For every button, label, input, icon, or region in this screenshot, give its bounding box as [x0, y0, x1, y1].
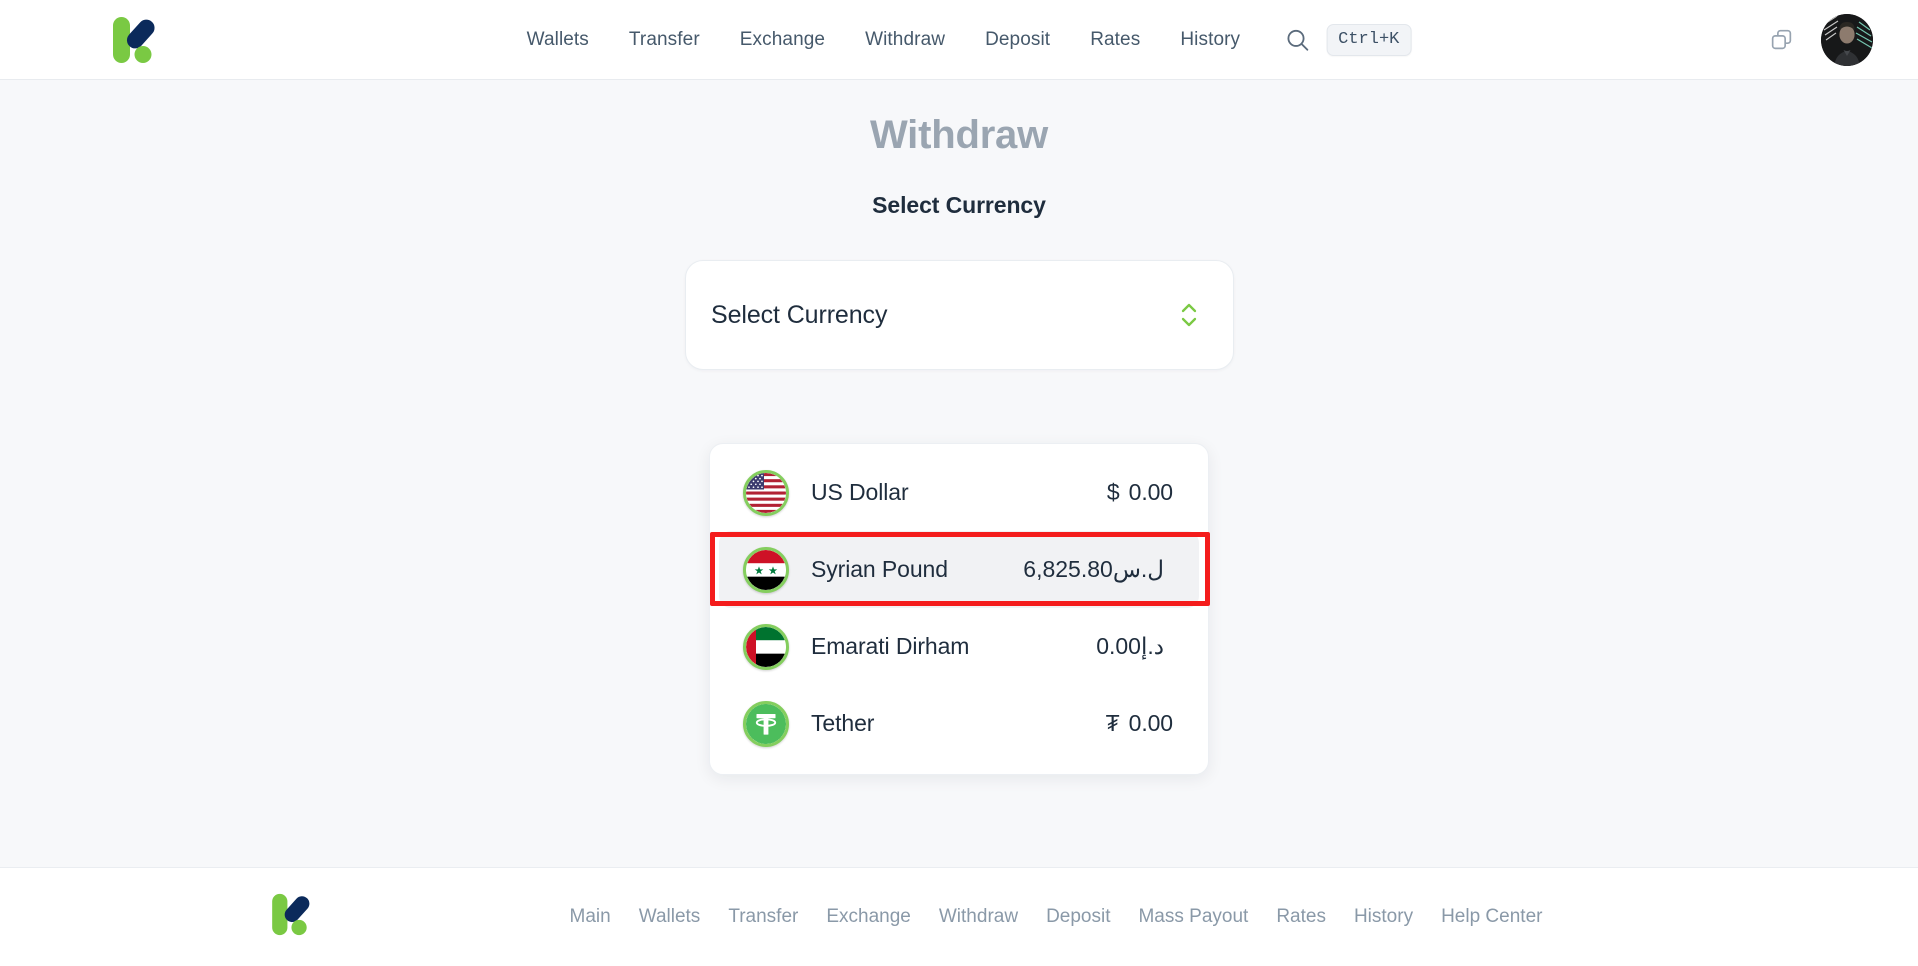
currency-amount: 0.00 — [1096, 633, 1141, 659]
nav-item-withdraw[interactable]: Withdraw — [845, 23, 965, 57]
syria-flag-icon — [743, 546, 789, 593]
currency-option-name: Tether — [811, 710, 875, 736]
currency-option-emarati-dirham[interactable]: Emarati Dirham د.إ0.00 — [719, 608, 1199, 685]
footer-link-withdraw[interactable]: Withdraw — [925, 902, 1032, 932]
nav-item-transfer[interactable]: Transfer — [609, 23, 720, 57]
currency-option-balance: $0.00 — [1107, 479, 1173, 506]
copy-glyph — [1771, 29, 1791, 50]
currency-option-balance: د.إ0.00 — [1096, 633, 1173, 660]
chevron-up-down-icon[interactable] — [1175, 298, 1203, 332]
chevron-glyph — [1181, 303, 1197, 327]
footer-link-history[interactable]: History — [1340, 902, 1427, 932]
footer-link-main[interactable]: Main — [556, 902, 625, 932]
footer-link-transfer[interactable]: Transfer — [714, 902, 812, 932]
currency-symbol: د.إ — [1140, 633, 1164, 659]
uae-flag-icon — [743, 623, 789, 670]
search-glyph — [1287, 29, 1308, 51]
currency-select-value: Select Currency — [711, 300, 888, 329]
avatar-image — [1821, 13, 1873, 66]
uae-flag-glyph — [746, 626, 786, 667]
footer-link-mass-payout[interactable]: Mass Payout — [1124, 902, 1262, 932]
nav-item-wallets[interactable]: Wallets — [507, 23, 609, 57]
search-icon[interactable] — [1282, 25, 1312, 55]
section-label: Select Currency — [872, 192, 1046, 218]
page-footer: Main Wallets Transfer Exchange Withdraw … — [0, 867, 1918, 966]
top-header: Wallets Transfer Exchange Withdraw Depos… — [0, 0, 1918, 80]
footer-link-rates[interactable]: Rates — [1262, 902, 1340, 932]
footer-nav: Main Wallets Transfer Exchange Withdraw … — [556, 902, 1557, 932]
currency-symbol: $ — [1106, 479, 1120, 505]
currency-amount: 6,825.80 — [1023, 556, 1113, 582]
main-nav: Wallets Transfer Exchange Withdraw Depos… — [507, 23, 1412, 57]
tether-glyph — [746, 703, 786, 744]
footer-logo[interactable] — [265, 889, 317, 946]
currency-select[interactable]: Select Currency — [685, 260, 1234, 370]
currency-option-name: US Dollar — [811, 479, 909, 505]
user-avatar[interactable] — [1821, 13, 1873, 66]
copy-icon[interactable] — [1767, 26, 1795, 54]
kasheer-logo-footer-icon — [272, 893, 310, 936]
nav-item-rates[interactable]: Rates — [1070, 23, 1160, 57]
currency-option-tether[interactable]: Tether ₮ 0.00 — [719, 685, 1199, 762]
kasheer-logo-icon — [113, 16, 155, 63]
main-content: Withdraw Select Currency Select Currency — [0, 80, 1918, 867]
app-page: Wallets Transfer Exchange Withdraw Depos… — [0, 0, 1918, 966]
currency-option-name: Syrian Pound — [811, 556, 948, 582]
currency-amount: 0.00 — [1128, 710, 1173, 736]
us-flag-icon — [743, 469, 789, 516]
currency-amount: 0.00 — [1128, 479, 1173, 505]
currency-option-name: Emarati Dirham — [811, 633, 970, 659]
search-shortcut-badge[interactable]: Ctrl+K — [1326, 23, 1412, 56]
tether-icon — [743, 700, 789, 747]
currency-dropdown: US Dollar $0.00 Syrian Pound ل.س6,825.80… — [709, 443, 1209, 775]
currency-symbol: ل.س — [1112, 556, 1164, 582]
currency-option-balance: ₮ 0.00 — [1106, 710, 1173, 737]
header-logo[interactable] — [105, 11, 163, 69]
page-title: Withdraw — [869, 113, 1049, 157]
us-flag-glyph — [746, 472, 786, 513]
currency-symbol: ₮ — [1105, 710, 1120, 736]
footer-link-exchange[interactable]: Exchange — [812, 902, 925, 932]
header-actions — [1767, 13, 1873, 66]
nav-item-deposit[interactable]: Deposit — [965, 23, 1070, 57]
nav-item-exchange[interactable]: Exchange — [720, 23, 845, 57]
syria-flag-glyph — [746, 549, 786, 590]
footer-link-deposit[interactable]: Deposit — [1032, 902, 1124, 932]
nav-item-history[interactable]: History — [1160, 23, 1260, 57]
currency-option-syrian-pound[interactable]: Syrian Pound ل.س6,825.80 — [719, 531, 1199, 608]
currency-option-balance: ل.س6,825.80 — [1023, 556, 1173, 583]
currency-option-us-dollar[interactable]: US Dollar $0.00 — [719, 454, 1199, 531]
footer-link-help-center[interactable]: Help Center — [1427, 902, 1556, 932]
footer-link-wallets[interactable]: Wallets — [625, 902, 715, 932]
